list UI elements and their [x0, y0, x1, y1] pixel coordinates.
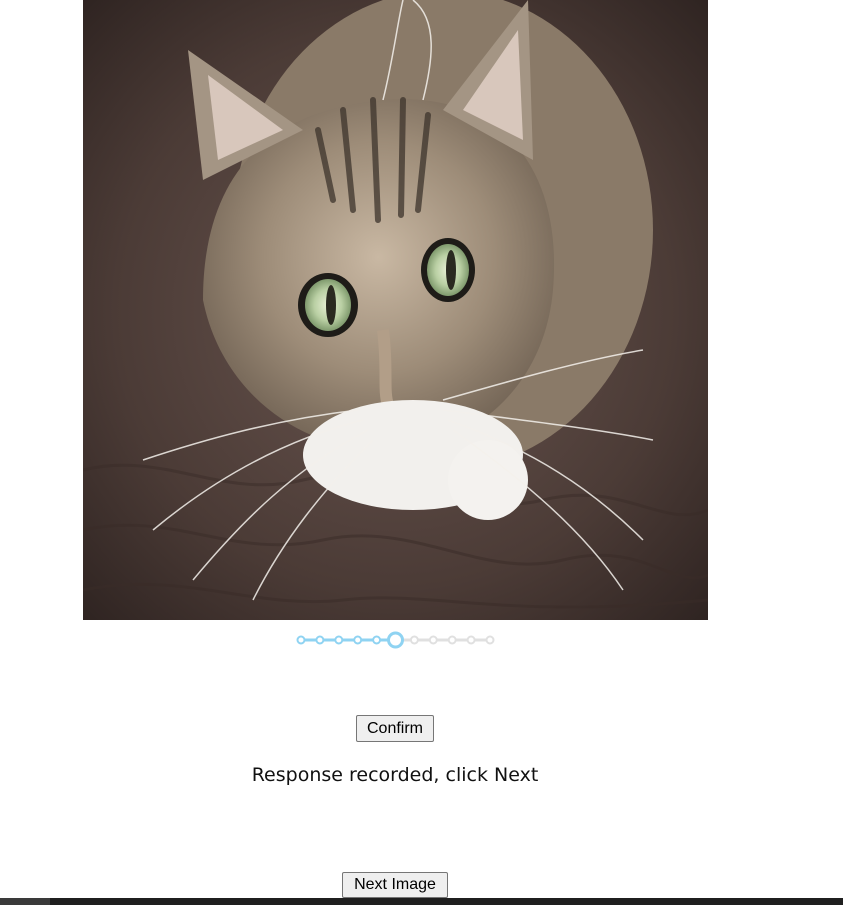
slider-tick[interactable] — [428, 635, 438, 645]
slider-tick[interactable] — [409, 635, 419, 645]
slider-tick[interactable] — [466, 635, 476, 645]
confirm-button[interactable]: Confirm — [356, 715, 434, 742]
rating-slider[interactable] — [296, 631, 496, 649]
slider-handle[interactable] — [387, 631, 404, 649]
taskbar-start-button[interactable] — [0, 898, 50, 905]
next-image-button[interactable]: Next Image — [342, 872, 448, 898]
cat-photo — [83, 0, 708, 620]
slider-tick[interactable] — [334, 635, 344, 645]
slider-tick[interactable] — [315, 635, 325, 645]
taskbar — [0, 898, 843, 905]
status-message: Response recorded, click Next — [251, 764, 539, 786]
slider-tick[interactable] — [353, 635, 363, 645]
slider-tick[interactable] — [372, 635, 382, 645]
slider-tick[interactable] — [296, 635, 306, 645]
slider-tick[interactable] — [485, 635, 495, 645]
slider-tick[interactable] — [447, 635, 457, 645]
